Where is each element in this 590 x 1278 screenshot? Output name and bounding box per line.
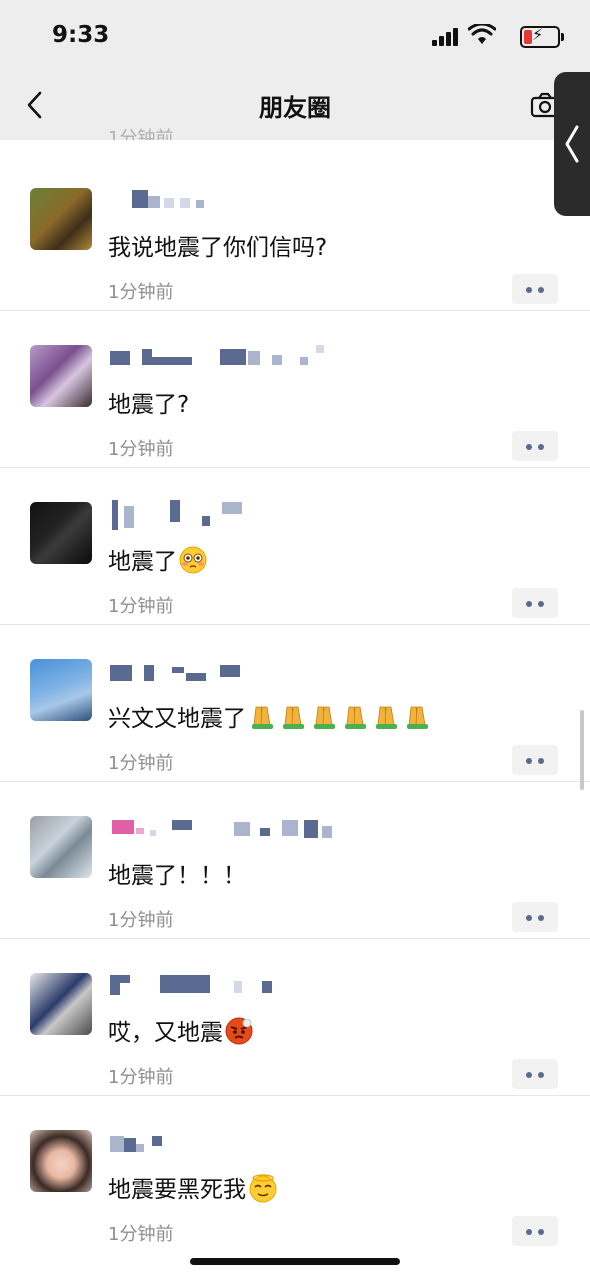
feed-post[interactable]: 地震要黑死我 1分钟前 xyxy=(0,1096,590,1252)
avatar[interactable] xyxy=(30,816,92,878)
more-actions-button[interactable] xyxy=(512,1059,558,1089)
page-title: 朋友圈 xyxy=(259,94,331,122)
more-actions-button[interactable] xyxy=(512,1216,558,1246)
avatar[interactable] xyxy=(30,345,92,407)
blurred-username[interactable] xyxy=(108,500,408,530)
home-indicator[interactable] xyxy=(190,1258,400,1265)
battery-icon: ⚡ xyxy=(520,25,564,48)
blurred-username[interactable] xyxy=(108,814,408,840)
blurred-username[interactable] xyxy=(108,343,408,369)
post-text: 哎，又地震 xyxy=(108,1013,253,1047)
post-time: 1分钟前 xyxy=(108,910,174,931)
post-text: 地震了? xyxy=(108,392,190,418)
post-time: 1分钟前 xyxy=(108,596,174,617)
post-text: 我说地震了你们信吗? xyxy=(108,235,328,261)
more-actions-button[interactable] xyxy=(512,274,558,304)
blurred-username[interactable] xyxy=(108,657,408,683)
feed-post[interactable]: 地震了！！！ 1分钟前 xyxy=(0,782,590,939)
blurred-username[interactable] xyxy=(108,186,408,212)
post-time: 1分钟前 xyxy=(108,439,174,460)
post-time: 1分钟前 xyxy=(108,282,174,303)
wifi-icon xyxy=(468,24,496,44)
post-text: 地震要黑死我 xyxy=(108,1170,278,1204)
more-actions-button[interactable] xyxy=(512,745,558,775)
more-actions-button[interactable] xyxy=(512,588,558,618)
avatar[interactable] xyxy=(30,659,92,721)
post-time: 1分钟前 xyxy=(108,753,174,774)
post-time: 1分钟前 xyxy=(108,1067,174,1088)
partial-timestamp: 1分钟前 xyxy=(108,128,174,140)
top-bar: 9:33 ⚡ 朋友圈 1分钟前 xyxy=(0,0,590,140)
blurred-username[interactable] xyxy=(108,971,408,997)
cellular-signal-icon xyxy=(432,28,458,46)
avatar[interactable] xyxy=(30,973,92,1035)
feed-post[interactable]: 地震了 1分钟前 xyxy=(0,468,590,625)
blurred-username[interactable] xyxy=(108,1128,408,1154)
dizzy-face-icon xyxy=(249,1174,277,1203)
status-icons: ⚡ xyxy=(420,24,564,50)
avatar[interactable] xyxy=(30,188,92,250)
feed-post[interactable]: 兴文又地震了 1分钟前 xyxy=(0,625,590,782)
status-time: 9:33 xyxy=(52,22,110,48)
feed-post[interactable]: 我说地震了你们信吗? 1分钟前 xyxy=(0,154,590,311)
post-text: 地震了！！！ xyxy=(108,863,246,889)
flushed-face-icon xyxy=(179,546,207,574)
more-actions-button[interactable] xyxy=(512,902,558,932)
post-text: 兴文又地震了 xyxy=(108,699,434,736)
post-text: 地震了 xyxy=(108,542,207,576)
feed-post[interactable]: 地震了? 1分钟前 xyxy=(0,311,590,468)
moments-feed: 我说地震了你们信吗? 1分钟前 地震了? 1分钟前 地震了 1分钟前 兴文又地震… xyxy=(0,154,590,1252)
avatar[interactable] xyxy=(30,1130,92,1192)
feed-post[interactable]: 哎，又地震 1分钟前 xyxy=(0,939,590,1096)
more-actions-button[interactable] xyxy=(512,431,558,461)
scrollbar[interactable] xyxy=(580,710,584,790)
angry-face-icon xyxy=(225,1017,253,1045)
post-time: 1分钟前 xyxy=(108,1224,174,1245)
avatar[interactable] xyxy=(30,502,92,564)
folded-hands-icon xyxy=(248,704,434,736)
